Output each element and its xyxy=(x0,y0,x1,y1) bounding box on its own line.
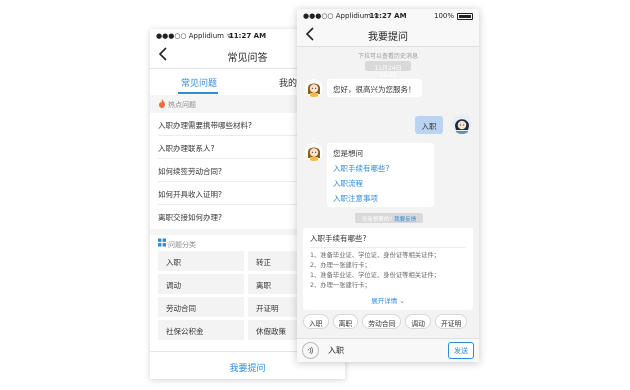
quick-tag[interactable]: 调动 xyxy=(405,314,431,329)
hot-questions-label: 热点问题 xyxy=(168,101,196,109)
feedback-prompt: 没有想要的? xyxy=(361,217,393,223)
feedback-link[interactable]: 我要反馈 xyxy=(394,217,416,223)
answer-line: 2、办理一张建行卡； xyxy=(310,282,371,289)
quick-tag[interactable]: 劳动合同 xyxy=(362,314,402,329)
pull-history-hint: 下拉可以查看历史消息 xyxy=(357,53,418,60)
category-transfer[interactable]: 调动 xyxy=(158,274,244,294)
user-message-bubble: 入职 xyxy=(415,116,443,134)
grid-icon xyxy=(158,238,166,247)
voice-icon[interactable] xyxy=(302,342,319,359)
quick-tag[interactable]: 入职 xyxy=(303,314,329,329)
category-entry[interactable]: 入职 xyxy=(158,251,244,271)
send-button[interactable]: 发送 xyxy=(448,342,474,359)
quick-tag-bar: 入职 离职 劳动合同 调动 开证明 xyxy=(303,314,468,329)
quick-tag[interactable]: 离职 xyxy=(332,314,359,329)
chat-screen: ●●●○○ Applidium ᯤ 11:27 AM 100% 我要提问 下拉可… xyxy=(297,9,479,362)
battery-icon xyxy=(457,12,473,20)
suggestion-option[interactable]: 入职手续有哪些? xyxy=(333,163,428,174)
battery-indicator: 100% xyxy=(434,12,473,20)
user-avatar xyxy=(452,114,472,134)
suggestion-question: 您是想问 xyxy=(333,149,363,158)
flame-icon xyxy=(159,99,165,108)
bot-avatar xyxy=(305,143,323,161)
message-timestamp: 11月24日 14:46 xyxy=(365,61,411,79)
answer-title: 入职手续有哪些? xyxy=(310,234,367,243)
active-tab-indicator xyxy=(178,92,218,94)
bot-suggestion-bubble: 您是想问 入职手续有哪些? 入职流程 入职注意事项 xyxy=(327,143,434,207)
answer-line: 1、准备毕业证、学位证、身份证等相关证件； xyxy=(310,272,440,279)
page-title: 我要提问 xyxy=(368,32,408,43)
feedback-note: 没有想要的? 我要反馈 xyxy=(355,213,423,223)
category-label: 问题分类 xyxy=(168,241,196,249)
category-labor-contract[interactable]: 劳动合同 xyxy=(158,297,244,317)
expand-details-button[interactable]: 展开详情 ⌄ xyxy=(303,295,473,305)
answer-line: 1、准备毕业证、学位证、身份证等相关证件； xyxy=(310,252,440,259)
bot-avatar xyxy=(305,79,323,97)
battery-percent: 100% xyxy=(433,12,454,20)
message-input[interactable] xyxy=(325,342,441,359)
suggestion-option[interactable]: 入职注意事项 xyxy=(333,193,428,204)
bot-greeting-bubble: 您好，很高兴为您服务！ xyxy=(327,79,422,97)
message-input-bar: 发送 xyxy=(297,338,479,362)
nav-bar: 我要提问 xyxy=(297,23,479,47)
answer-card: 入职手续有哪些? 1、准备毕业证、学位证、身份证等相关证件； 2、办理一张建行卡… xyxy=(303,228,473,310)
quick-tag[interactable]: 开证明 xyxy=(434,314,468,329)
category-social-security[interactable]: 社保公积金 xyxy=(158,320,244,340)
answer-line: 2、办理一张建行卡； xyxy=(310,262,371,269)
suggestion-option[interactable]: 入职流程 xyxy=(333,178,428,189)
divider xyxy=(310,247,466,248)
status-bar: ●●●○○ Applidium ᯤ 11:27 AM 100% xyxy=(297,9,479,23)
